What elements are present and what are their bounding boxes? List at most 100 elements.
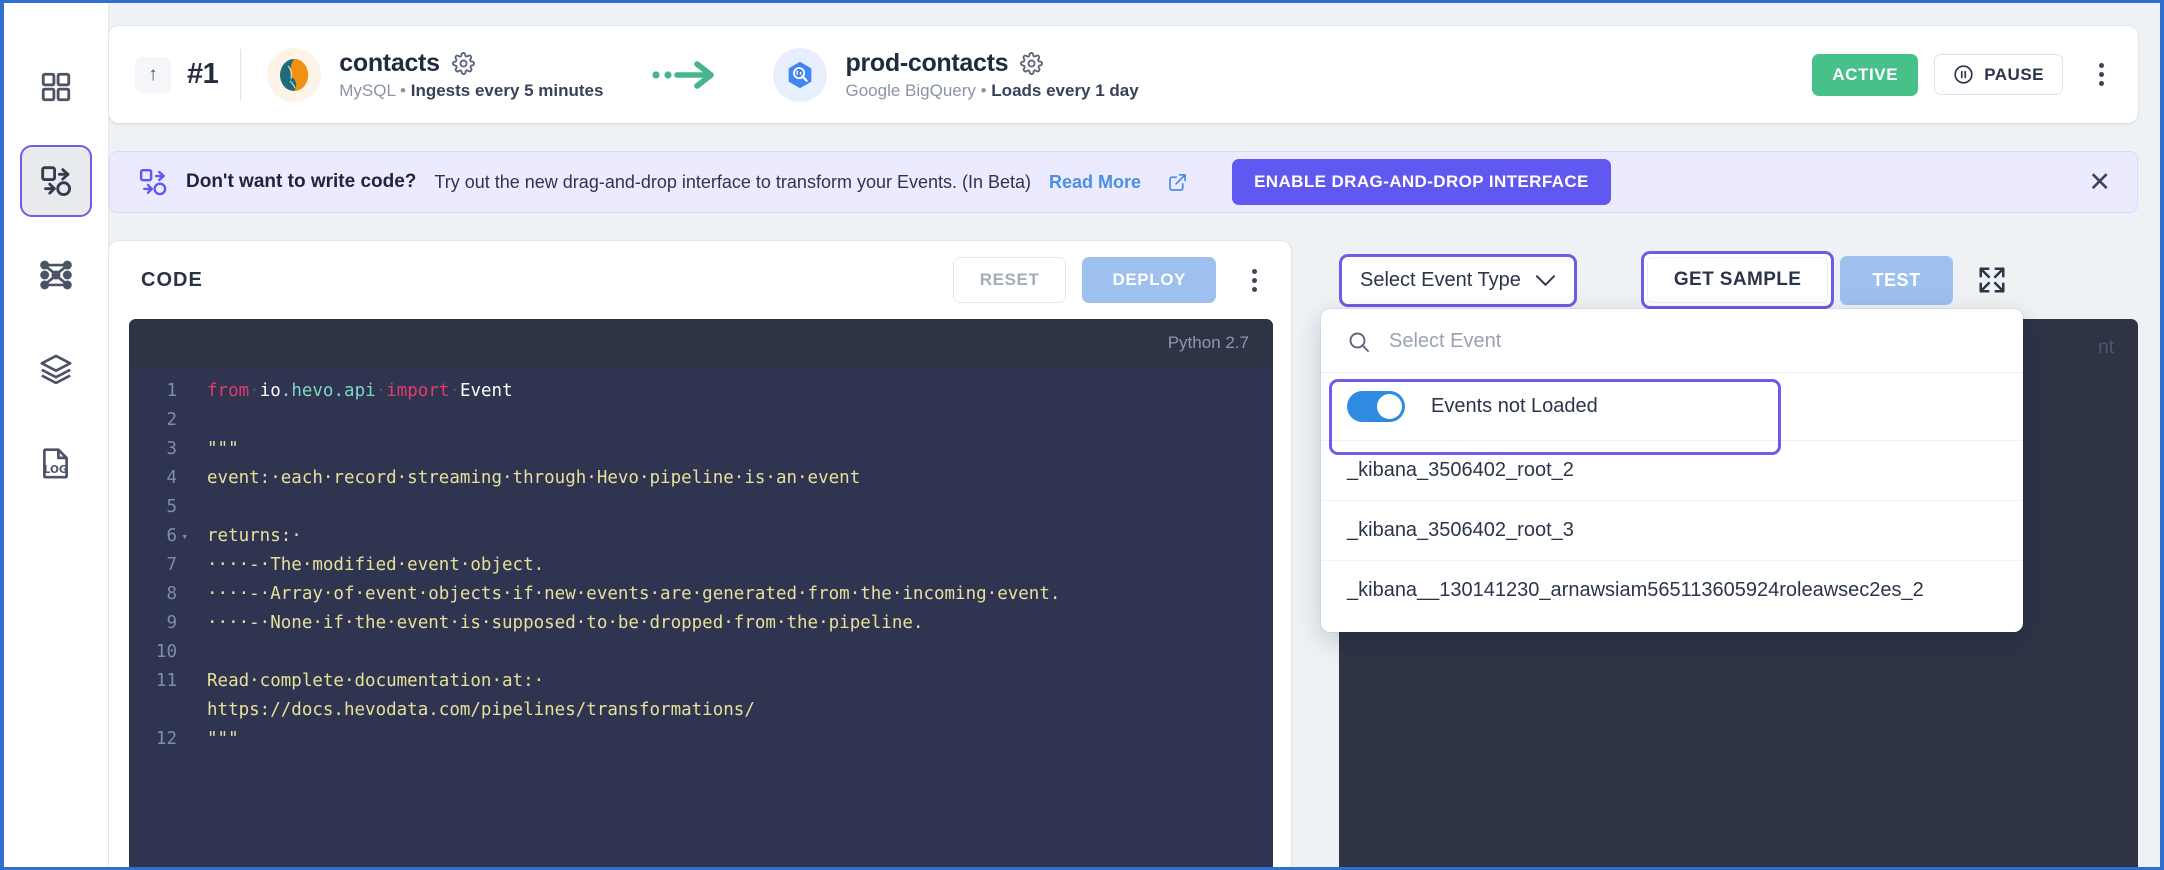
code-line-number: 12 — [155, 729, 177, 749]
code-line: 9 ····-·None·if·the·event·is·supposed·to·… — [129, 609, 1273, 638]
search-input[interactable] — [1387, 329, 1997, 354]
code-line-text: returns:· — [191, 522, 1273, 551]
read-more-link[interactable]: Read More — [1049, 172, 1141, 193]
code-line-text: ····-·The·modified·event·object. — [191, 551, 1273, 580]
status-badge[interactable]: ACTIVE — [1812, 53, 1919, 96]
code-line-number: 1 — [166, 381, 177, 401]
code-line: 12 """ — [129, 725, 1273, 754]
language-tag: Python 2.7 — [1167, 333, 1249, 352]
banner-text: Try out the new drag-and-drop interface … — [434, 171, 1032, 192]
drag-drop-promo-banner: Don't want to write code? Try out the ne… — [109, 151, 2138, 213]
source-settings-gear-icon[interactable] — [451, 51, 475, 75]
dropdown-item[interactable]: _kibana__130141230_arnawsiam565113605924… — [1321, 561, 2023, 620]
expand-icon[interactable] — [1977, 265, 2007, 295]
code-line-number: 11 — [155, 671, 177, 691]
code-line-number: 9 — [166, 613, 177, 633]
code-token: api — [344, 381, 376, 401]
code-line-number: 7 — [166, 555, 177, 575]
svg-text:LOG: LOG — [44, 464, 68, 476]
event-panel-toolbar: Select Event Type GET SAMPLE TEST — [1321, 241, 2138, 319]
sidebar-item-dashboard[interactable] — [20, 51, 92, 123]
code-token: io — [259, 381, 281, 401]
event-preview-panel: Select Event Type GET SAMPLE TEST nt Sel… — [1321, 241, 2138, 867]
sidebar-item-models[interactable] — [20, 239, 92, 311]
dropdown-search-row — [1321, 309, 2023, 373]
code-more-menu-icon[interactable] — [1242, 263, 1267, 298]
code-line-number: 10 — [155, 642, 177, 662]
code-token: . — [280, 381, 292, 401]
destination-frequency: Loads every 1 day — [991, 80, 1139, 100]
code-token: . — [333, 381, 345, 401]
divider — [240, 48, 242, 101]
dropdown-item[interactable]: _kibana_3506402_root_2 — [1321, 441, 2023, 501]
pipeline-header-card: ↑ #1 contacts MySQL • Ingests every 5 mi… — [109, 26, 2138, 123]
source-sep: • — [395, 80, 411, 100]
code-line: 4 event:·each·record·streaming·through·He… — [129, 464, 1273, 493]
code-panel-header: CODE RESET DEPLOY — [109, 241, 1291, 319]
source-node: contacts MySQL • Ingests every 5 minutes — [267, 47, 603, 102]
select-event-type-dropdown[interactable]: Select Event Type — [1339, 253, 1577, 307]
code-line-number: 4 — [166, 468, 177, 488]
destination-type: Google BigQuery — [845, 80, 976, 100]
event-preview-ghost-text: nt — [2098, 337, 2114, 358]
pipeline-more-menu-icon[interactable] — [2089, 57, 2114, 92]
pipeline-number: #1 — [187, 58, 219, 90]
mysql-logo-icon — [267, 47, 322, 102]
get-sample-button[interactable]: GET SAMPLE — [1646, 257, 1829, 303]
code-panel: CODE RESET DEPLOY Python 2.7 1 from·io.he… — [109, 241, 1291, 867]
code-line: 2 — [129, 406, 1273, 435]
code-line-text: from·io.hevo.api·import·Event — [191, 377, 1273, 406]
code-line: 8 ····-·Array·of·event·objects·if·new·eve… — [129, 580, 1273, 609]
select-event-type-label: Select Event Type — [1360, 268, 1521, 291]
code-editor-topbar: Python 2.7 — [129, 319, 1273, 369]
chevron-down-icon — [1535, 274, 1556, 287]
left-navigation-rail: LOG — [4, 3, 109, 867]
code-token: · — [249, 381, 260, 401]
deploy-button[interactable]: DEPLOY — [1082, 257, 1216, 303]
code-token: ····-·None·if·the·event·is·supposed·to·b… — [207, 613, 924, 633]
code-line-text: ····-·Array·of·event·objects·if·new·even… — [191, 580, 1273, 609]
external-link-icon[interactable] — [1167, 172, 1188, 193]
events-not-loaded-row[interactable]: Events not Loaded — [1321, 373, 2023, 455]
code-fold-caret-icon[interactable]: ▾ — [181, 522, 188, 551]
toggle-knob — [1377, 394, 1402, 419]
code-editor-text[interactable]: 1 from·io.hevo.api·import·Event 2 3 """ 4 even… — [129, 369, 1273, 867]
flow-arrow-icon — [651, 58, 721, 92]
source-type: MySQL — [339, 80, 396, 100]
events-not-loaded-toggle[interactable] — [1347, 391, 1405, 422]
bigquery-logo-icon — [773, 47, 828, 102]
reset-button[interactable]: RESET — [952, 257, 1067, 303]
destination-name: prod-contacts — [845, 48, 1009, 77]
code-token: hevo — [291, 381, 334, 401]
code-token: · — [375, 381, 387, 401]
destination-sep: • — [975, 80, 992, 100]
enable-drag-drop-button[interactable]: ENABLE DRAG-AND-DROP INTERFACE — [1232, 159, 1611, 205]
code-line-number: 8 — [166, 584, 177, 604]
nodes-icon — [39, 258, 73, 292]
code-line-number: 3 — [166, 439, 177, 459]
code-token: ····-·The·modified·event·object. — [207, 555, 545, 575]
pause-button[interactable]: PAUSE — [1934, 54, 2063, 95]
code-line-text: event:·each·record·streaming·through·Hev… — [191, 464, 1273, 493]
pause-icon — [1953, 64, 1974, 85]
source-name: contacts — [339, 48, 440, 77]
main-content-area: ↑ #1 contacts MySQL • Ingests every 5 mi… — [109, 3, 2160, 867]
destination-settings-gear-icon[interactable] — [1020, 51, 1044, 75]
code-line-number: 2 — [166, 410, 177, 430]
code-line-number — [129, 696, 191, 725]
code-token: ····-·Array·of·event·objects·if·new·even… — [207, 584, 1061, 604]
sidebar-item-workflows[interactable] — [20, 333, 92, 405]
pause-button-label: PAUSE — [1984, 64, 2044, 84]
code-panel-title: CODE — [141, 268, 203, 291]
close-icon[interactable]: ✕ — [2088, 168, 2111, 196]
sidebar-item-pipelines[interactable] — [20, 145, 92, 217]
sidebar-item-activity-log[interactable]: LOG — [20, 427, 92, 499]
destination-title-row: prod-contacts — [845, 49, 1138, 78]
source-subtitle: MySQL • Ingests every 5 minutes — [339, 81, 603, 101]
code-token: returns:· — [207, 526, 302, 546]
priority-up-icon[interactable]: ↑ — [135, 56, 171, 93]
dropdown-item[interactable]: _kibana_3506402_root_3 — [1321, 501, 2023, 561]
pipeline-icon — [39, 164, 73, 198]
test-button[interactable]: TEST — [1840, 255, 1953, 305]
